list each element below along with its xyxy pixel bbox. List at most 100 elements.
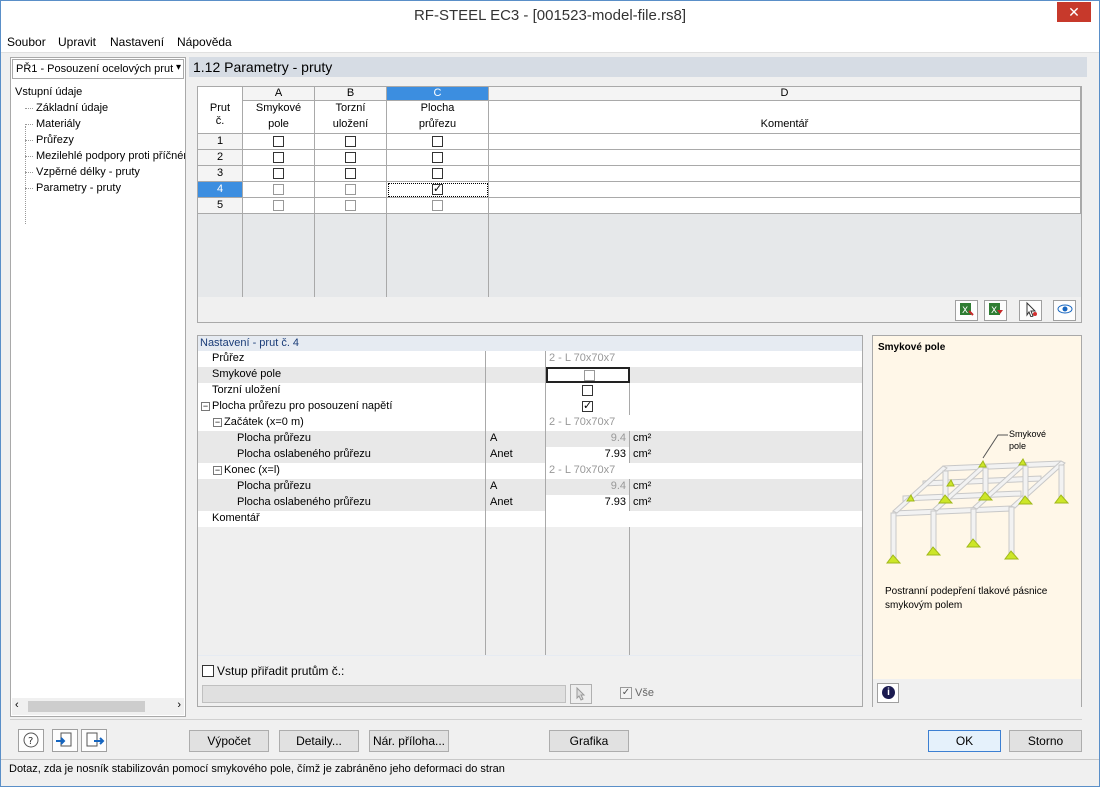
cell-comment[interactable]: [489, 150, 1081, 166]
calculate-button[interactable]: Výpočet: [189, 730, 269, 752]
menu-edit[interactable]: Upravit: [58, 35, 96, 49]
col-letter-b[interactable]: B: [315, 87, 387, 101]
row-number[interactable]: 2: [198, 150, 243, 166]
area-stress-checkbox[interactable]: [582, 399, 593, 414]
checkbox-b[interactable]: [345, 184, 356, 195]
cell-a[interactable]: [243, 182, 315, 198]
cell-comment[interactable]: [489, 182, 1081, 198]
checkbox-c[interactable]: [432, 200, 443, 211]
tree-item-materials[interactable]: Materiály: [15, 116, 185, 132]
export-icon[interactable]: [81, 729, 107, 752]
details-button[interactable]: Detaily...: [279, 730, 359, 752]
all-checkbox[interactable]: ✓: [620, 687, 632, 699]
input-end-net[interactable]: 7.93: [546, 495, 630, 511]
tree-root-input[interactable]: Vstupní údaje: [15, 84, 185, 100]
cell-a[interactable]: [243, 198, 315, 214]
cell-b[interactable]: [315, 182, 387, 198]
shear-panel-checkbox[interactable]: [584, 370, 595, 381]
cell-c[interactable]: [387, 182, 489, 198]
cancel-button[interactable]: Storno: [1009, 730, 1082, 752]
input-start-net[interactable]: 7.93: [546, 447, 630, 463]
col-letter-c[interactable]: C: [387, 87, 489, 101]
horizontal-scrollbar[interactable]: ‹ ›: [12, 698, 184, 715]
unit-start-area: cm²: [630, 431, 862, 447]
checkbox-b[interactable]: [345, 152, 356, 163]
empty-row: [198, 527, 862, 543]
row-number[interactable]: 5: [198, 198, 243, 214]
tree-item-sections[interactable]: Průřezy: [15, 132, 185, 148]
menu-settings[interactable]: Nastavení: [110, 35, 164, 49]
checkbox-b[interactable]: [345, 136, 356, 147]
cell-comment[interactable]: [489, 166, 1081, 182]
label-start: Začátek (x=0 m): [224, 416, 304, 428]
checkbox-a[interactable]: [273, 168, 284, 179]
cell-a[interactable]: [243, 150, 315, 166]
cell-c[interactable]: [387, 134, 489, 150]
cell-c[interactable]: [387, 166, 489, 182]
symbol-start-net: Anet: [486, 447, 546, 463]
row-shear-panel[interactable]: Smykové pole: [198, 367, 862, 383]
torsion-checkbox[interactable]: [582, 385, 593, 396]
tree-item-member-params[interactable]: Parametry - pruty: [15, 180, 185, 196]
national-annex-button[interactable]: Nár. příloha...: [369, 730, 449, 752]
scroll-right-icon[interactable]: ›: [177, 699, 181, 711]
view-icon[interactable]: [1053, 300, 1076, 321]
col-letter-d[interactable]: D: [489, 87, 1081, 101]
collapse-icon[interactable]: −: [213, 465, 222, 475]
row-number[interactable]: 1: [198, 134, 243, 150]
table-toolbar: X X: [198, 297, 1081, 322]
scroll-left-icon[interactable]: ‹: [15, 699, 19, 711]
menu-file[interactable]: Soubor: [7, 35, 46, 49]
shear-panel-cell[interactable]: [546, 367, 630, 383]
checkbox-a[interactable]: [273, 152, 284, 163]
case-select[interactable]: PŘ1 - Posouzení ocelových prut ▾: [12, 59, 184, 79]
graphics-button[interactable]: Grafika: [549, 730, 629, 752]
checkbox-c[interactable]: [432, 152, 443, 163]
cell-b[interactable]: [315, 198, 387, 214]
help-icon[interactable]: ?: [18, 729, 44, 752]
tree-item-buckling-lengths[interactable]: Vzpěrné délky - pruty: [15, 164, 185, 180]
cell-b[interactable]: [315, 134, 387, 150]
title-bar: RF-STEEL EC3 - [001523-model-file.rs8] ✕: [1, 1, 1099, 32]
svg-text:X: X: [962, 306, 968, 316]
row-number[interactable]: 3: [198, 166, 243, 182]
label-torsion: Torzní uložení: [198, 383, 486, 399]
cell-c[interactable]: [387, 198, 489, 214]
close-button[interactable]: ✕: [1057, 2, 1091, 22]
collapse-icon[interactable]: −: [201, 401, 210, 411]
cell-a[interactable]: [243, 134, 315, 150]
row-number[interactable]: 4: [198, 182, 243, 198]
col-letter-a[interactable]: A: [243, 87, 315, 101]
col-header-torsion: Torzní uložení: [315, 101, 387, 134]
tree-item-basic[interactable]: Základní údaje: [15, 100, 185, 116]
import-icon[interactable]: [52, 729, 78, 752]
checkbox-b[interactable]: [345, 200, 356, 211]
checkbox-b[interactable]: [345, 168, 356, 179]
assign-checkbox[interactable]: [202, 665, 214, 677]
cell-b[interactable]: [315, 166, 387, 182]
checkbox-a[interactable]: [273, 136, 284, 147]
menu-help[interactable]: Nápověda: [177, 35, 232, 49]
checkbox-a[interactable]: [273, 184, 284, 195]
excel-import-icon[interactable]: X: [984, 300, 1007, 321]
pick-members-icon[interactable]: [570, 684, 592, 704]
cell-comment[interactable]: [489, 198, 1081, 214]
tree-item-lateral-supports[interactable]: Mezilehlé podpory proti příčném: [15, 148, 185, 164]
cell-b[interactable]: [315, 150, 387, 166]
ok-button[interactable]: OK: [928, 730, 1001, 752]
input-comment[interactable]: [546, 511, 862, 527]
scroll-thumb[interactable]: [28, 701, 145, 712]
checkbox-c[interactable]: [432, 168, 443, 179]
label-end: Konec (x=l): [224, 464, 280, 476]
checkbox-a[interactable]: [273, 200, 284, 211]
select-member-icon[interactable]: [1019, 300, 1042, 321]
checkbox-c[interactable]: [432, 182, 443, 195]
excel-export-icon[interactable]: X: [955, 300, 978, 321]
collapse-icon[interactable]: −: [213, 417, 222, 427]
info-icon[interactable]: i: [877, 683, 899, 703]
checkbox-c[interactable]: [432, 136, 443, 147]
assign-members-input[interactable]: [202, 685, 566, 703]
cell-a[interactable]: [243, 166, 315, 182]
cell-comment[interactable]: [489, 134, 1081, 150]
cell-c[interactable]: [387, 150, 489, 166]
